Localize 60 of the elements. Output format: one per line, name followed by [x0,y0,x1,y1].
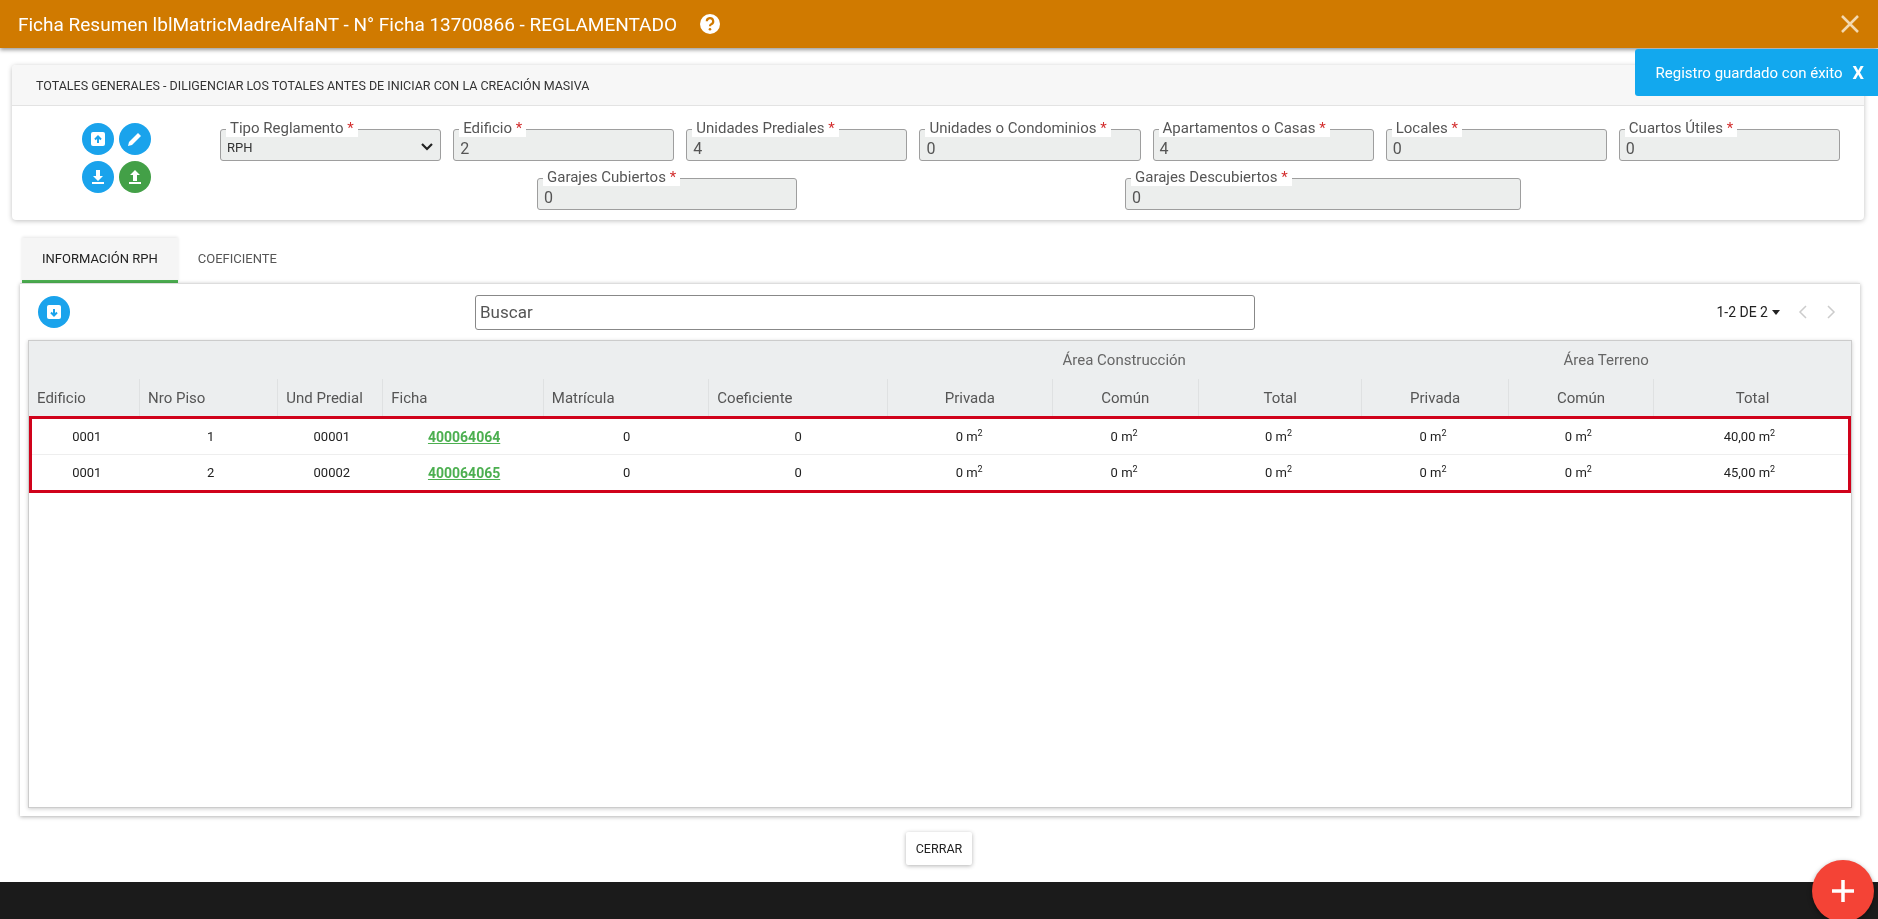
table-cell-text: 2 [205,465,216,480]
table-cell-text: 00001 [312,429,352,444]
table-cell-text: 00002 [312,465,352,480]
previous-page-icon[interactable] [1798,304,1808,320]
page-size-dropdown[interactable]: 1-2 DE 2 [1716,304,1780,320]
table-cell-text: 0001 [71,429,103,444]
edit-button[interactable] [118,123,151,155]
plus-icon [1830,878,1856,904]
table-cell-text: 0 [793,429,803,444]
table-cell-text: 45,00 m$^{2}$ [1722,464,1777,481]
column-header: Und Predial [277,379,383,416]
tray-down-icon [46,304,62,320]
table-cell-text: 0 [621,429,632,444]
table-cell-text: 1 [205,429,216,444]
upload-button[interactable] [118,161,151,193]
table-cell-text: 0 m$^{2}$ [1264,464,1294,481]
column-header: Común [1051,379,1198,416]
table-cell-text: 0 m$^{2}$ [1418,464,1448,481]
table-cell-text: 0 m$^{2}$ [1109,428,1139,445]
table-cell-text: 0 m$^{2}$ [1563,428,1593,445]
column-header: Privada [1361,379,1508,416]
column-header: Total [1197,379,1362,416]
column-header: Matrícula [542,379,709,416]
next-page-icon[interactable] [1826,304,1836,320]
column-group-header: Área Terreno [1562,351,1650,369]
table-cell-text: 0001 [71,465,103,480]
upload-icon [126,169,143,185]
tab[interactable]: COEFICIENTE [177,238,297,283]
table-cell-text: 0 [621,465,632,480]
pencil-icon [125,130,144,148]
column-header: Edificio [36,387,87,409]
window-title: Ficha Resumen lblMatricMadreAlfaNT - N° Ficha 13700866 - REGLAMENTADO [18,12,677,36]
table-cell-text: 0 m$^{2}$ [954,464,984,481]
close-icon[interactable] [1840,14,1860,34]
table-cell-text: 0 [793,465,803,480]
archive-button[interactable] [81,123,114,155]
caret-icon [1772,309,1780,315]
tab[interactable]: INFORMACIÓN RPH [22,238,178,283]
column-header: Nro Piso [139,379,278,416]
download-button[interactable] [81,161,114,193]
search-field[interactable]: Buscar [475,294,1255,330]
export-button[interactable] [38,296,70,328]
help-icon[interactable] [699,13,721,35]
column-header: Total [1653,379,1851,416]
table-cell-text: 0 m$^{2}$ [1563,464,1593,481]
table-cell-text: 0 m$^{2}$ [1418,428,1448,445]
column-header: Privada [887,379,1052,416]
chevron-down-icon [420,142,435,152]
table-cell-text: 0 m$^{2}$ [1264,428,1294,445]
download-icon [89,169,106,185]
tray-up-icon [89,131,106,147]
column-header: Coeficiente [708,379,887,416]
close-button[interactable]: CERRAR [905,832,973,865]
column-group-header: Área Construcción [1061,351,1187,369]
column-header: Ficha [382,379,543,416]
column-header: Común [1507,379,1654,416]
table-cell-text: 0 m$^{2}$ [1109,464,1139,481]
toast-message: Registro guardado con éxito [1655,63,1843,82]
table-cell-text: 40,00 m$^{2}$ [1722,428,1777,445]
table-cell-text: 0 m$^{2}$ [954,428,984,445]
